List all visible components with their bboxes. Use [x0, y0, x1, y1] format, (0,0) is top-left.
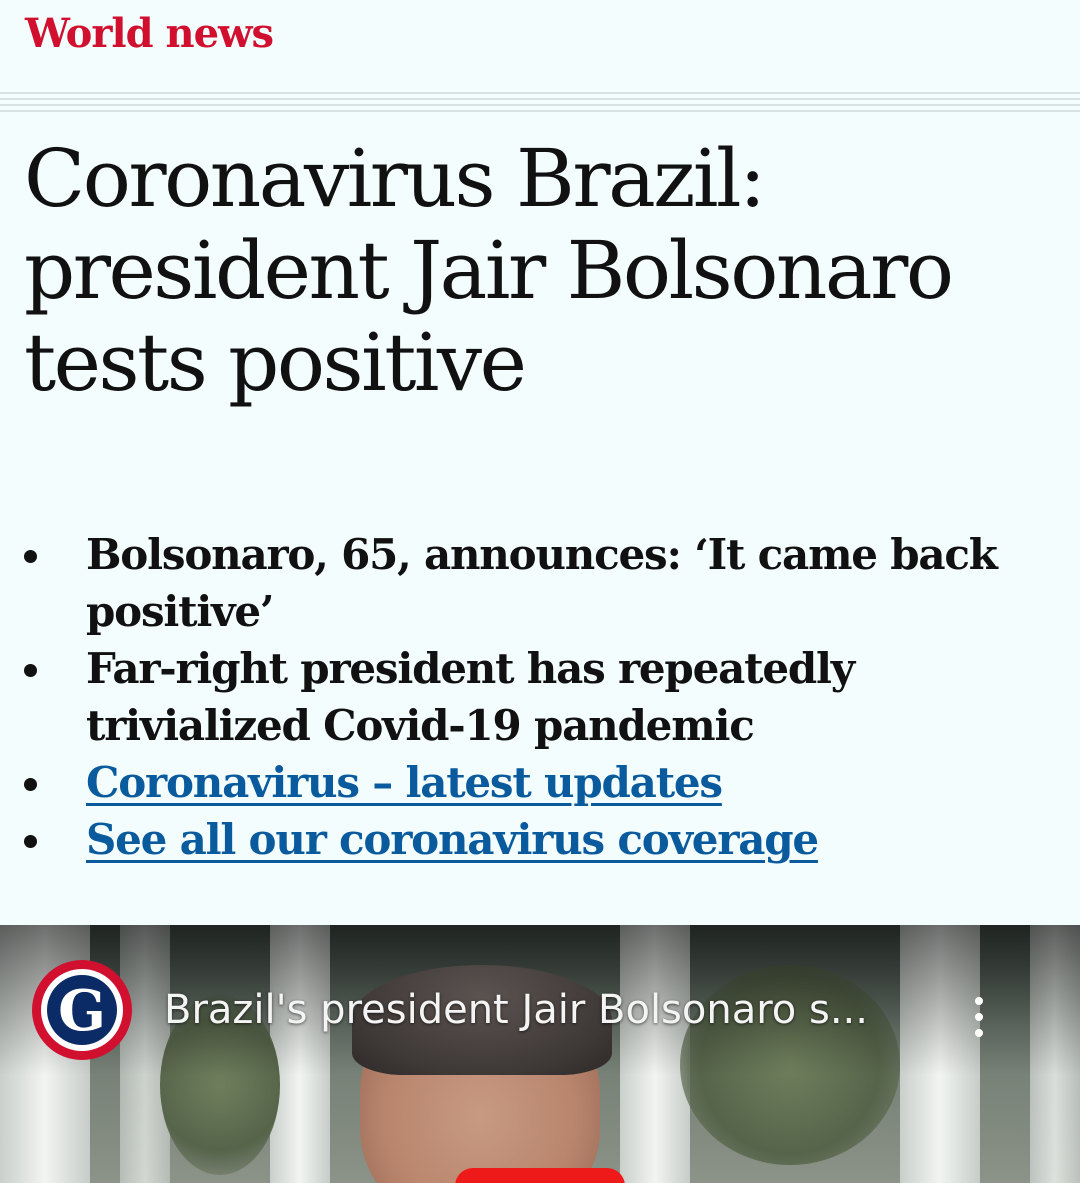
divider [0, 98, 1080, 100]
video-player[interactable]: G Brazil's president Jair Bolsonaro s... [0, 925, 1080, 1183]
article-headline: Coronavirus Brazil: president Jair Bolso… [24, 132, 954, 409]
latest-updates-link[interactable]: Coronavirus – latest updates [86, 758, 723, 807]
divider [0, 104, 1080, 106]
standfirst-text: Far-right president has repeatedly trivi… [86, 644, 855, 750]
channel-logo[interactable]: G [32, 960, 132, 1060]
divider [0, 92, 1080, 94]
video-title[interactable]: Brazil's president Jair Bolsonaro s... [164, 985, 924, 1035]
standfirst-list: Bolsonaro, 65, announces: ‘It came back … [24, 526, 1064, 868]
bullet-icon [24, 664, 37, 677]
bullet-icon [24, 778, 37, 791]
bullet-icon [24, 835, 37, 848]
more-vertical-icon[interactable] [966, 995, 992, 1039]
standfirst-item: Far-right president has repeatedly trivi… [24, 640, 1064, 754]
divider [0, 110, 1080, 112]
section-label-world-news[interactable]: World news [25, 8, 274, 60]
play-button-icon[interactable] [455, 1168, 625, 1183]
standfirst-item: Bolsonaro, 65, announces: ‘It came back … [24, 526, 1064, 640]
bullet-icon [24, 550, 37, 563]
standfirst-text: Bolsonaro, 65, announces: ‘It came back … [86, 530, 998, 636]
coverage-link[interactable]: See all our coronavirus coverage [86, 815, 819, 864]
channel-logo-letter: G [47, 975, 117, 1045]
standfirst-item: Coronavirus – latest updates [24, 754, 1064, 811]
standfirst-item: See all our coronavirus coverage [24, 811, 1064, 868]
channel-logo-ring: G [41, 969, 123, 1051]
